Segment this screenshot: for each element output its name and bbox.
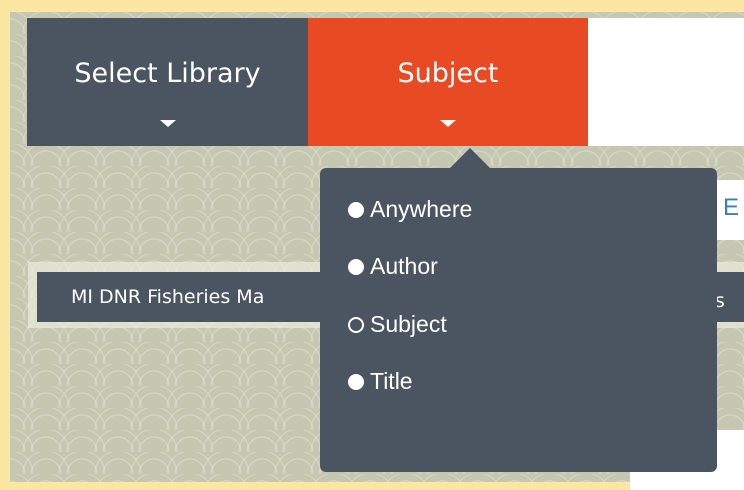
selected-library-label: MI DNR Fisheries Ma [71,286,265,308]
radio-icon[interactable] [348,202,364,218]
chevron-down-icon [159,120,176,127]
option-anywhere[interactable]: Anywhere [348,194,472,224]
right-panel-letter: E [723,194,740,221]
option-subject[interactable]: Subject [348,309,447,339]
radio-icon[interactable] [348,374,364,390]
dropdown-pointer [449,148,491,169]
option-label: Anywhere [370,196,473,222]
option-author[interactable]: Author [348,251,438,281]
tab-select-library[interactable]: Select Library [27,18,308,146]
tab-select-library-label: Select Library [74,58,261,89]
radio-icon[interactable] [348,259,364,275]
radio-selected-icon[interactable] [348,317,364,333]
option-label: Title [370,368,413,394]
option-title[interactable]: Title [348,366,413,396]
search-area [588,18,744,146]
option-label: Subject [370,311,447,337]
tab-subject-label: Subject [397,58,499,89]
option-label: Author [370,253,438,279]
chevron-down-icon [440,120,456,127]
tab-subject[interactable]: Subject [308,18,588,146]
